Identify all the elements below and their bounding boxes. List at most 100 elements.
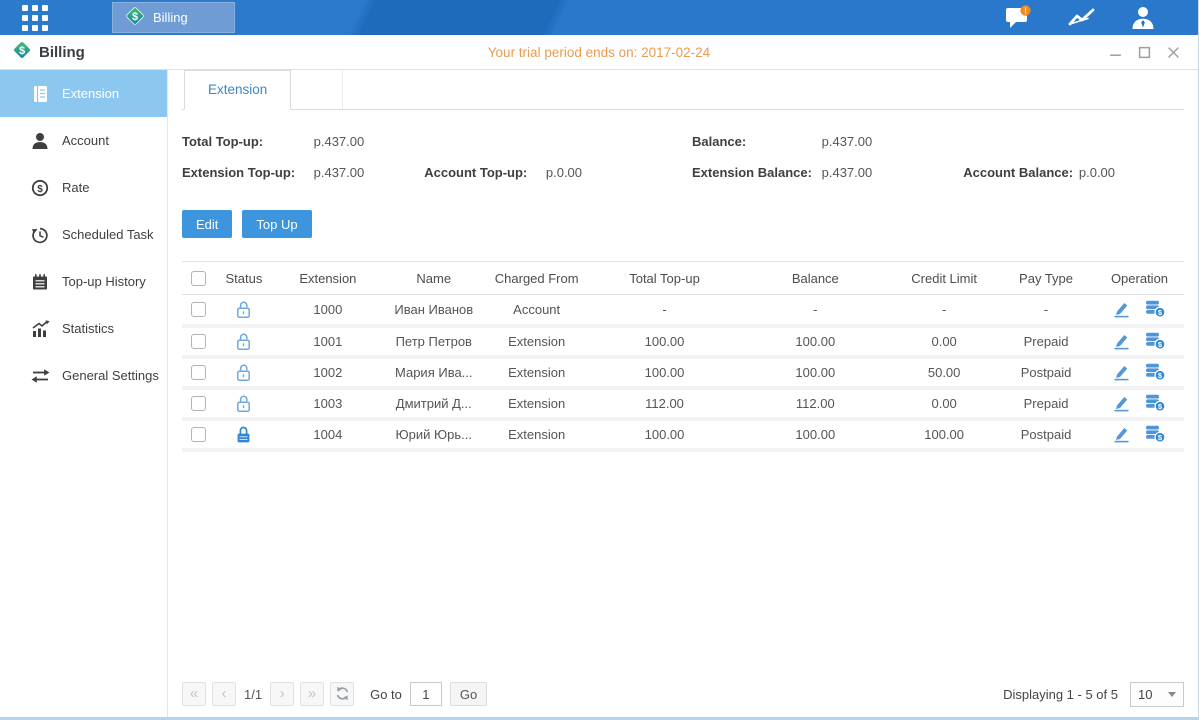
apps-grid-icon[interactable]	[0, 0, 70, 35]
next-page-button[interactable]: ›	[270, 682, 294, 706]
top-up-button[interactable]: Top Up	[242, 210, 311, 238]
goto-label: Go to	[370, 687, 402, 702]
column-header-total-top-up: Total Top-up	[590, 262, 740, 295]
topup-coins-icon[interactable]: $	[1145, 332, 1166, 350]
account-person-icon	[30, 132, 50, 150]
sidebar-item-label: Statistics	[62, 321, 114, 336]
balance-cell: -	[739, 295, 891, 326]
row-checkbox[interactable]	[191, 396, 206, 411]
sidebar: ExtensionAccount$RateScheduled Task Top-u…	[0, 70, 168, 717]
balance-label: Balance:	[692, 126, 818, 157]
row-checkbox[interactable]	[191, 365, 206, 380]
tab-extension[interactable]: Extension	[184, 70, 291, 110]
messages-icon[interactable]: !	[1004, 5, 1034, 31]
displaying-text: Displaying 1 - 5 of 5	[1003, 687, 1118, 702]
svg-text:$: $	[19, 45, 25, 57]
table-header-row: StatusExtensionNameCharged FromTotal Top…	[182, 262, 1184, 295]
go-button[interactable]: Go	[450, 682, 487, 706]
sidebar-item-label: Top-up History	[62, 274, 146, 289]
pay-type-cell: Postpaid	[997, 357, 1095, 388]
statistics-chart-icon	[30, 320, 50, 338]
extension-balance-label: Extension Balance:	[692, 157, 818, 188]
lock-open-icon	[235, 394, 252, 413]
prev-page-button[interactable]: ‹	[212, 682, 236, 706]
pay-type-cell: Prepaid	[997, 326, 1095, 357]
sidebar-item-statistics[interactable]: Statistics	[0, 305, 167, 352]
extension-table: StatusExtensionNameCharged FromTotal Top…	[182, 261, 1184, 452]
select-all-checkbox[interactable]	[191, 271, 206, 286]
svg-text:!: !	[1024, 5, 1027, 15]
maximize-icon[interactable]	[1138, 46, 1151, 59]
taskbar-item-billing[interactable]: $ Billing	[112, 2, 235, 33]
topup-history-notebook-icon	[30, 273, 50, 291]
total-topup-cell: -	[590, 295, 740, 326]
column-header-name: Name	[384, 262, 484, 295]
titlebar: $ Billing Your trial period ends on: 201…	[0, 35, 1198, 70]
resource-monitor-icon[interactable]	[1068, 7, 1096, 29]
table-body: 1000Иван ИвановAccount----$1001Петр Петр…	[182, 295, 1184, 450]
goto-page-input[interactable]	[410, 682, 442, 706]
extension-topup-label: Extension Top-up:	[182, 157, 310, 188]
total-topup-cell: 100.00	[590, 326, 740, 357]
balance-cell: 100.00	[739, 357, 891, 388]
pagination-bar: « ‹ 1/1 › » Go to Go Displaying 1 - 5 of…	[182, 681, 1184, 707]
topbar: $ Billing !	[0, 0, 1198, 35]
first-page-button[interactable]: «	[182, 682, 206, 706]
charged-from-cell: Extension	[484, 357, 590, 388]
edit-pencil-icon[interactable]	[1112, 333, 1131, 350]
trial-notice: Your trial period ends on: 2017-02-24	[0, 45, 1198, 60]
extension-topup-value: p.437.00	[314, 157, 421, 188]
name-cell: Иван Иванов	[384, 295, 484, 326]
tab-bar: Extension	[182, 70, 1184, 110]
tab-slot	[291, 70, 343, 109]
main-content: Extension Total Top-up: p.437.00 Extensi…	[168, 70, 1198, 717]
edit-pencil-icon[interactable]	[1112, 364, 1131, 381]
extension-balance-value: p.437.00	[822, 157, 960, 188]
taskbar-item-label: Billing	[153, 10, 188, 25]
edit-pencil-icon[interactable]	[1112, 426, 1131, 443]
topup-coins-icon[interactable]: $	[1145, 394, 1166, 412]
topup-coins-icon[interactable]: $	[1145, 363, 1166, 381]
sidebar-item-extension[interactable]: Extension	[0, 70, 167, 117]
column-header-pay-type: Pay Type	[997, 262, 1095, 295]
lock-open-icon	[235, 300, 252, 319]
row-checkbox[interactable]	[191, 427, 206, 442]
edit-pencil-icon[interactable]	[1112, 301, 1131, 318]
sidebar-item-scheduled-task[interactable]: Scheduled Task	[0, 211, 167, 258]
table-row: 1001Петр ПетровExtension100.00100.000.00…	[182, 326, 1184, 357]
close-icon[interactable]	[1167, 46, 1180, 59]
billing-window: $ Billing ! $ Billing Your trial period …	[0, 0, 1199, 720]
row-checkbox[interactable]	[191, 334, 206, 349]
sidebar-item-top-up-history[interactable]: Top-up History	[0, 258, 167, 305]
svg-text:$: $	[132, 11, 138, 23]
name-cell: Юрий Юрь...	[384, 419, 484, 450]
window-title: Billing	[39, 44, 85, 61]
account-balance-value: p.0.00	[1079, 157, 1115, 188]
edit-pencil-icon[interactable]	[1112, 395, 1131, 412]
general-settings-arrows-icon	[30, 368, 50, 384]
summary: Total Top-up: p.437.00 Extension Top-up:…	[182, 126, 1184, 188]
sidebar-item-rate[interactable]: $Rate	[0, 164, 167, 211]
sidebar-item-general-settings[interactable]: General Settings	[0, 352, 167, 399]
sidebar-item-account[interactable]: Account	[0, 117, 167, 164]
pay-type-cell: Prepaid	[997, 388, 1095, 419]
credit-limit-cell: -	[891, 295, 997, 326]
table-row: 1000Иван ИвановAccount----$	[182, 295, 1184, 326]
pay-type-cell: -	[997, 295, 1095, 326]
account-topup-label: Account Top-up:	[424, 157, 542, 188]
minimize-icon[interactable]	[1109, 46, 1122, 59]
name-cell: Дмитрий Д...	[384, 388, 484, 419]
sidebar-item-label: General Settings	[62, 368, 159, 383]
edit-button[interactable]: Edit	[182, 210, 232, 238]
page-size-select[interactable]: 10	[1130, 682, 1184, 707]
account-balance-label: Account Balance:	[963, 157, 1075, 188]
lock-open-icon	[235, 363, 252, 382]
topup-coins-icon[interactable]: $	[1145, 425, 1166, 443]
topup-coins-icon[interactable]: $	[1145, 300, 1166, 318]
refresh-button[interactable]	[330, 682, 354, 706]
credit-limit-cell: 0.00	[891, 388, 997, 419]
extension-cell: 1002	[272, 357, 384, 388]
user-account-icon[interactable]	[1130, 5, 1156, 31]
last-page-button[interactable]: »	[300, 682, 324, 706]
row-checkbox[interactable]	[191, 302, 206, 317]
